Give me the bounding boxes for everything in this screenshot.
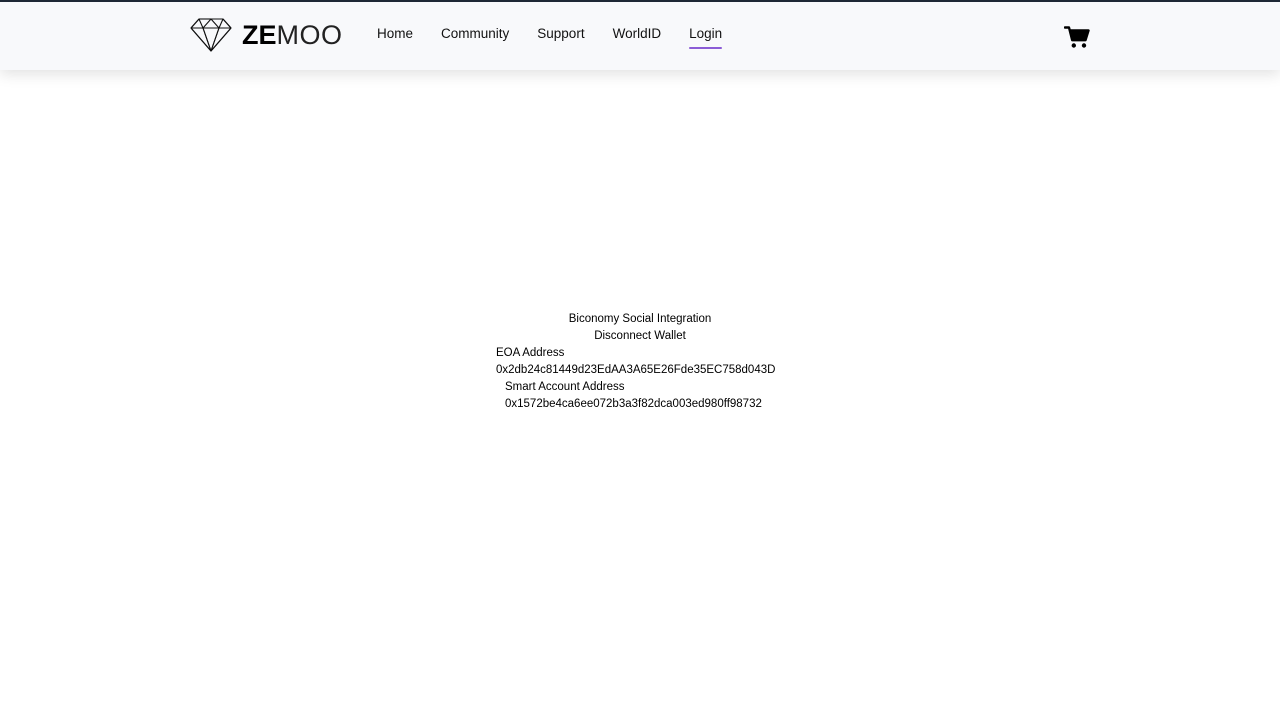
smart-account-address-label: Smart Account Address	[505, 381, 625, 393]
shopping-cart-icon[interactable]	[1064, 25, 1090, 49]
diamond-logo-icon	[190, 18, 232, 52]
eoa-section: EOA Address 0x2db24c81449d23EdAA3A65E26F…	[496, 345, 784, 379]
eoa-address-value: 0x2db24c81449d23EdAA3A65E26Fde35EC758d04…	[496, 364, 776, 376]
smart-account-address-value: 0x1572be4ca6ee072b3a3f82dca003ed980ff987…	[505, 398, 762, 410]
nav-worldid[interactable]: WorldID	[613, 26, 662, 47]
nav-home[interactable]: Home	[377, 26, 413, 47]
nav-login[interactable]: Login	[689, 26, 723, 49]
page-title: Biconomy Social Integration	[568, 313, 712, 325]
logo-wordmark: ZE MOO	[242, 19, 343, 50]
nav-community[interactable]: Community	[441, 26, 509, 47]
nav-support[interactable]: Support	[537, 26, 584, 47]
eoa-address-label: EOA Address	[496, 347, 565, 359]
logo-link[interactable]: ZE MOO	[190, 16, 343, 54]
main-content: Biconomy Social Integration Disconnect W…	[0, 311, 1280, 413]
main-nav: Home Community Support WorldID Login	[377, 26, 750, 49]
navbar: ZE MOO Home Community Support WorldID Log…	[0, 2, 1280, 70]
smart-account-section: Smart Account Address 0x1572be4ca6ee072b…	[505, 379, 1280, 413]
logo-wordmark-light: MOO	[276, 19, 343, 50]
logo-wordmark-bold: ZE	[242, 19, 277, 50]
disconnect-wallet-button[interactable]: Disconnect Wallet	[594, 330, 686, 342]
